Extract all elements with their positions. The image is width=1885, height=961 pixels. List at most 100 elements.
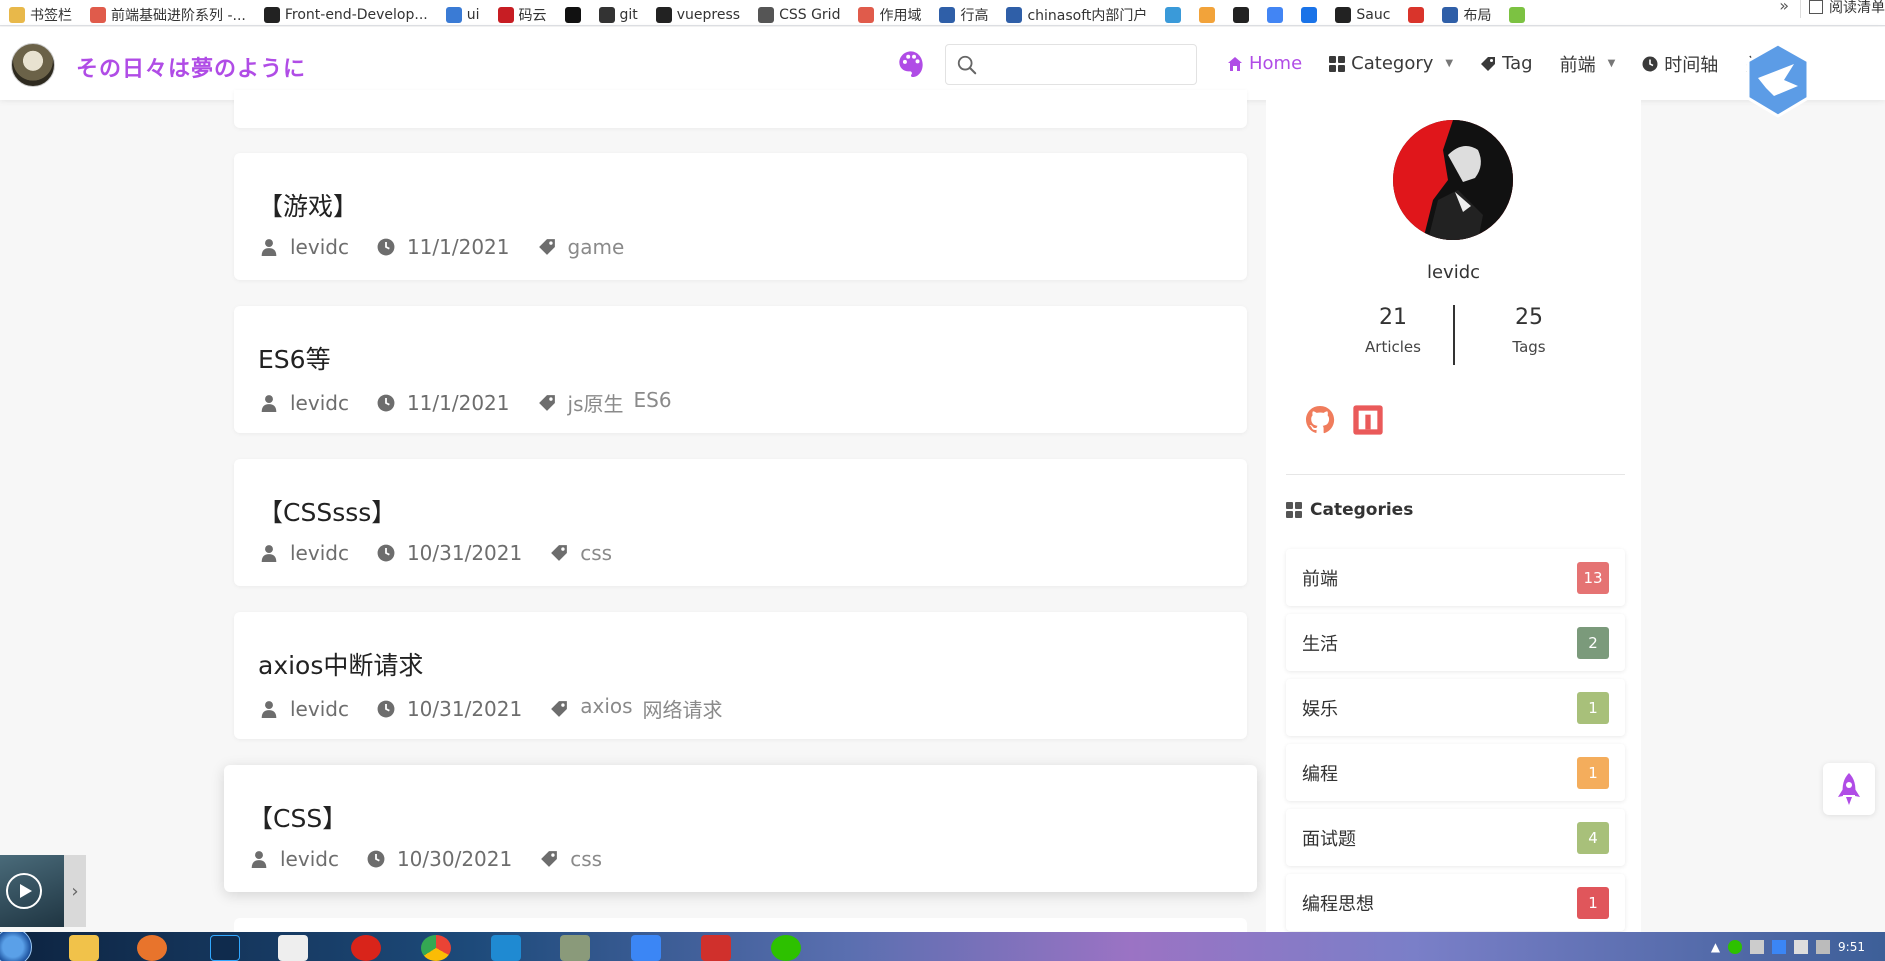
tag-icon: [540, 850, 558, 868]
article-title[interactable]: 【CSSsss】: [258, 493, 396, 529]
bookmark-item[interactable]: git: [590, 5, 647, 25]
reading-list-button[interactable]: 阅读清单: [1800, 0, 1885, 18]
taskbar-feishu[interactable]: [618, 934, 674, 961]
feishu-tray-icon[interactable]: [1772, 939, 1787, 954]
nav-item[interactable]: Home: [1215, 53, 1317, 74]
articles-stat[interactable]: 21 Articles: [1333, 305, 1453, 356]
category-item[interactable]: 编程 1: [1286, 744, 1625, 801]
bookmark-icon: [939, 7, 956, 23]
article-date: 11/1/2021: [406, 390, 510, 415]
bookmark-item[interactable]: Sauc: [1326, 5, 1399, 25]
taskbar-wps[interactable]: [688, 934, 744, 961]
bookmark-item[interactable]: [1399, 5, 1433, 25]
category-item[interactable]: 前端 13: [1286, 549, 1625, 606]
bookmark-item[interactable]: 作用域: [849, 5, 930, 25]
bookmark-icon: [598, 7, 615, 23]
battery-icon[interactable]: [1750, 939, 1765, 954]
clock-icon: [367, 850, 385, 868]
site-logo[interactable]: [11, 43, 55, 87]
bookmark-item[interactable]: CSS Grid: [749, 5, 849, 25]
bookmark-item[interactable]: 码云: [489, 5, 556, 25]
bookmark-item[interactable]: [1500, 5, 1534, 25]
back-to-top-button[interactable]: [1823, 763, 1875, 815]
article-title[interactable]: ES6等: [258, 340, 331, 376]
wechat-tray-icon[interactable]: [1728, 939, 1743, 954]
palette-icon[interactable]: [897, 49, 925, 77]
article-tags: css: [570, 847, 602, 871]
taskbar-app-git[interactable]: [547, 934, 603, 961]
article-card[interactable]: 【游戏】 levidc 11/1/2021 game: [234, 153, 1247, 280]
articles-count: 21: [1379, 305, 1407, 330]
nav-item[interactable]: Category ▼: [1317, 53, 1468, 74]
article-tag[interactable]: css: [580, 541, 612, 565]
article-tag[interactable]: game: [568, 235, 625, 259]
article-card[interactable]: ES6等 levidc 11/1/2021 js原生 ES6: [234, 306, 1247, 433]
bookmark-item[interactable]: [1190, 5, 1224, 25]
bookmark-item[interactable]: ui: [437, 5, 489, 25]
taskbar-wechat[interactable]: [758, 934, 814, 961]
tags-stat[interactable]: 25 Tags: [1469, 305, 1589, 356]
author-avatar[interactable]: [1393, 120, 1513, 240]
bookmark-item[interactable]: vuepress: [647, 5, 749, 25]
bookmark-item[interactable]: [1224, 5, 1258, 25]
article-card-partial-bottom[interactable]: [234, 918, 1247, 932]
taskbar-typora[interactable]: [265, 934, 321, 961]
taskbar-clock[interactable]: 9:51: [1838, 940, 1865, 954]
nav-item[interactable]: 时间轴: [1630, 51, 1733, 77]
category-item[interactable]: 娱乐 1: [1286, 679, 1625, 736]
site-title[interactable]: その日々は夢のように: [76, 51, 306, 83]
taskbar-netease-music[interactable]: [338, 934, 394, 961]
article-card[interactable]: 【CSSsss】 levidc 10/31/2021 css: [234, 459, 1247, 586]
category-item[interactable]: 编程思想 1: [1286, 874, 1625, 931]
nav-item[interactable]: 前端 ▼: [1548, 51, 1631, 77]
article-card-partial[interactable]: [234, 90, 1247, 128]
article-tag[interactable]: js原生: [568, 388, 624, 417]
article-tag[interactable]: axios: [580, 694, 632, 723]
chevron-right-icon[interactable]: ›: [64, 855, 86, 927]
play-icon[interactable]: [6, 873, 42, 909]
bookmark-item[interactable]: 书签栏: [0, 5, 81, 25]
nav-item[interactable]: Tag: [1468, 53, 1547, 74]
bird-mascot-icon[interactable]: [1744, 42, 1812, 118]
article-tag[interactable]: ES6: [634, 388, 672, 417]
bookmark-item[interactable]: Front-end-Develop...: [255, 5, 437, 25]
bookmark-item[interactable]: [1156, 5, 1190, 25]
article-title[interactable]: axios中断请求: [258, 646, 423, 682]
bookmark-item[interactable]: 前端基础进阶系列 -...: [81, 5, 255, 25]
taskbar-chrome[interactable]: [408, 934, 464, 961]
taskbar-explorer[interactable]: [56, 934, 112, 961]
bookmark-icon: [1199, 7, 1216, 23]
category-item[interactable]: 面试题 4: [1286, 809, 1625, 866]
bookmark-item[interactable]: 布局: [1433, 5, 1500, 25]
category-label: 面试题: [1302, 828, 1356, 850]
article-title[interactable]: 【CSS】: [248, 799, 347, 835]
article-card[interactable]: axios中断请求 levidc 10/31/2021 axios 网络请求: [234, 612, 1247, 739]
article-tag[interactable]: 网络请求: [643, 694, 723, 723]
taskbar-firefox[interactable]: [124, 934, 180, 961]
start-button[interactable]: [0, 932, 32, 961]
category-item[interactable]: 生活 2: [1286, 614, 1625, 671]
npm-icon[interactable]: [1352, 404, 1384, 436]
bookmark-item[interactable]: [1258, 5, 1292, 25]
volume-icon[interactable]: [1794, 939, 1809, 954]
bookmark-icon: [445, 7, 462, 23]
reading-list-label: 阅读清单: [1829, 0, 1885, 16]
bookmarks-more-button[interactable]: »: [1779, 0, 1789, 15]
taskbar-photoshop[interactable]: [197, 934, 253, 961]
article-meta: levidc 11/1/2021 game: [260, 235, 652, 259]
bookmark-icon: [9, 7, 25, 23]
video-thumbnail[interactable]: [0, 855, 64, 927]
tray-arrow-icon[interactable]: ▲: [1711, 940, 1720, 954]
taskbar-vscode[interactable]: [478, 934, 534, 961]
tags-count: 25: [1515, 305, 1543, 330]
article-card[interactable]: 【CSS】 levidc 10/30/2021 css: [224, 765, 1257, 892]
bookmark-item[interactable]: [1292, 5, 1326, 25]
article-title[interactable]: 【游戏】: [258, 187, 358, 223]
network-icon[interactable]: [1816, 939, 1831, 954]
bookmark-item[interactable]: 行高: [930, 5, 997, 25]
article-tag[interactable]: css: [570, 847, 602, 871]
bookmark-item[interactable]: chinasoft内部门户: [997, 5, 1156, 25]
search-input[interactable]: [945, 44, 1197, 85]
bookmark-item[interactable]: [556, 5, 590, 25]
github-icon[interactable]: [1304, 404, 1336, 436]
